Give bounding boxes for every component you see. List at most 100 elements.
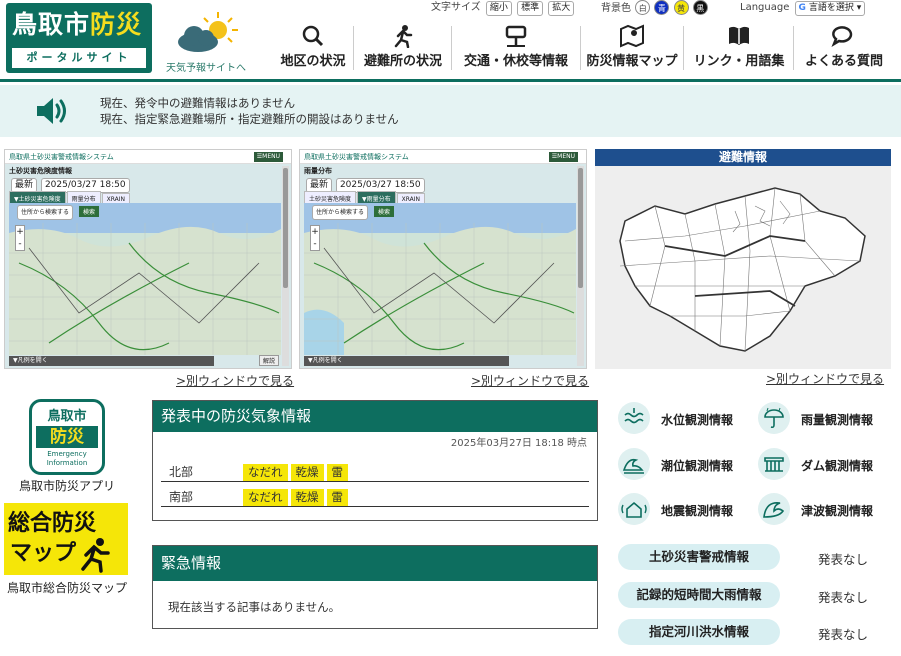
notice-text: 現在、発令中の避難情報はありません 現在、指定緊急避難場所・指定避難所の開設はあ… — [100, 95, 399, 127]
nav-divider — [451, 26, 452, 70]
emergency-text: 現在該当する記事はありません。 — [168, 600, 341, 614]
map-search-button[interactable]: 検索 — [79, 206, 100, 217]
evacuation-district-map[interactable] — [595, 166, 891, 369]
tsunami-wave-icon — [758, 493, 790, 525]
obs-label: 水位観測情報 — [661, 413, 734, 427]
weather-warning-panel: 発表中の防災気象情報 2025年03月27日 18:18 時点 北部 なだれ 乾燥… — [152, 400, 598, 521]
app-label: 鳥取市防災アプリ — [18, 479, 115, 493]
text-size-standard-button[interactable]: 標準 — [517, 1, 544, 16]
map-help-button[interactable]: 解説 — [259, 355, 280, 366]
nav-links-glossary[interactable]: リンク・用語集 — [688, 20, 790, 75]
emergency-info-panel: 緊急情報 現在該当する記事はありません。 — [152, 545, 598, 629]
map-zoom-control[interactable]: + - — [15, 225, 25, 251]
record-rainfall-button[interactable]: 記録的短時間大雨情報 — [618, 582, 780, 608]
logo-subtitle: ポータルサイト — [12, 48, 146, 68]
region-row: 北部 なだれ 乾燥雷 — [161, 458, 589, 482]
earthquake-link[interactable]: 地震観測情報 — [618, 493, 748, 525]
map-canvas[interactable]: 住所から検索する 検索 + - — [304, 203, 576, 355]
text-size-large-button[interactable]: 拡大 — [548, 1, 575, 16]
running-person-icon — [81, 538, 110, 573]
bg-white-button[interactable]: 白 — [635, 0, 651, 15]
map-legend-toggle[interactable]: ▼凡例を開く — [304, 356, 509, 366]
evacuation-info-panel[interactable]: 避難情報 — [595, 149, 891, 369]
nav-label: 防災情報マップ — [586, 54, 678, 69]
warning-tag: なだれ — [243, 464, 288, 481]
nav-district-status[interactable]: 地区の状況 — [276, 20, 350, 75]
map-pin-icon — [620, 24, 644, 48]
nav-divider — [793, 26, 794, 70]
bg-blue-button[interactable]: 青 — [654, 0, 670, 15]
nav-divider — [353, 26, 354, 70]
map-menu-button[interactable]: ☰MENU — [548, 152, 578, 162]
river-flood-button[interactable]: 指定河川洪水情報 — [618, 619, 780, 645]
warning-tags: なだれ 乾燥雷 — [243, 461, 351, 481]
water-level-link[interactable]: 水位観測情報 — [618, 402, 748, 434]
tsunami-link[interactable]: 津波観測情報 — [758, 493, 888, 525]
nav-label: リンク・用語集 — [693, 54, 785, 69]
nav-shelter-status[interactable]: 避難所の状況 — [358, 20, 448, 75]
open-new-window-link[interactable]: >別ウィンドウで見る — [766, 370, 884, 387]
site-header: 鳥取市防災 ポータルサイト 天気予報サイトへ 文字サイズ 縮小 標準 拡大 背景… — [0, 0, 901, 82]
obs-label: 地震観測情報 — [661, 504, 734, 518]
map-terrain — [9, 203, 281, 355]
record-rainfall-status: 発表なし — [818, 590, 869, 605]
sun-cloud-icon — [178, 12, 238, 52]
nav-hazard-map[interactable]: 防災情報マップ — [584, 20, 680, 75]
disaster-app-icon: 鳥取市 防災 Emergency Information — [29, 399, 105, 475]
app-label: 鳥取市総合防災マップ — [6, 581, 127, 595]
map-zoom-control[interactable]: + - — [310, 225, 320, 251]
language-select[interactable]: G 言語を選択 ▾ — [794, 1, 866, 16]
open-new-window-link[interactable]: >別ウィンドウで見る — [176, 372, 294, 389]
nav-divider — [580, 26, 581, 70]
running-person-icon — [394, 25, 413, 48]
tide-level-link[interactable]: 潮位観測情報 — [618, 448, 748, 480]
evacuation-notice-bar: 現在、発令中の避難情報はありません 現在、指定緊急避難場所・指定避難所の開設はあ… — [0, 85, 901, 137]
rainfall-distribution-map[interactable]: 鳥取県土砂災害警戒情報システム ☰MENU 雨量分布 最新 2025/03/27 … — [299, 149, 587, 369]
disaster-app-link[interactable]: 鳥取市 防災 Emergency Information 鳥取市防災アプリ — [14, 399, 120, 494]
bg-black-button[interactable]: 黒 — [692, 0, 708, 15]
bg-yellow-button[interactable]: 黄 — [673, 0, 689, 15]
map-title: 土砂災害危険度情報 — [9, 167, 72, 175]
map-title: 雨量分布 — [304, 167, 332, 175]
open-new-window-link[interactable]: >別ウィンドウで見る — [471, 372, 589, 389]
nav-transport-school[interactable]: 交通・休校等情報 — [455, 20, 577, 75]
map-system-bar: 鳥取県土砂災害警戒情報システム ☰MENU — [5, 150, 291, 164]
text-size-controls: 文字サイズ 縮小 標準 拡大 — [431, 0, 575, 16]
district-boundaries — [619, 187, 866, 352]
map-canvas[interactable]: 住所から検索する 検索 + - — [9, 203, 281, 355]
speech-bubble-icon — [831, 26, 853, 47]
water-level-icon — [618, 402, 650, 434]
update-timestamp: 2025年03月27日 18:18 時点 — [450, 438, 587, 449]
map-legend-toggle[interactable]: ▼凡例を開く — [9, 356, 214, 366]
map-scrollbar[interactable] — [282, 166, 289, 366]
map-search-input[interactable]: 住所から検索する — [312, 205, 369, 220]
weather-forecast-link[interactable]: 天気予報サイトへ — [160, 10, 252, 74]
rainfall-link[interactable]: 雨量観測情報 — [758, 402, 888, 434]
map-scrollbar[interactable] — [577, 166, 584, 366]
map-search-input[interactable]: 住所から検索する — [17, 205, 74, 220]
region-name: 南部 — [169, 490, 194, 504]
language-label: Language — [740, 2, 790, 13]
site-logo[interactable]: 鳥取市防災 ポータルサイト — [6, 3, 152, 73]
earthquake-house-icon — [618, 493, 650, 525]
map-menu-button[interactable]: ☰MENU — [253, 152, 283, 162]
nav-label: 地区の状況 — [280, 54, 346, 69]
warning-tag: 乾燥 — [290, 489, 324, 506]
bg-color-controls: 背景色 白 青 黄 黒 — [601, 0, 708, 16]
nav-faq[interactable]: よくある質問 — [798, 20, 890, 75]
map-search-button[interactable]: 検索 — [374, 206, 395, 217]
language-controls: Language G 言語を選択 ▾ — [740, 0, 866, 16]
speaker-icon — [37, 98, 66, 124]
dam-icon — [758, 448, 790, 480]
hazard-map-book-link[interactable]: 総合防災 マップ 鳥取市総合防災マップ — [4, 503, 130, 596]
map-terrain — [304, 203, 576, 355]
nav-label: よくある質問 — [804, 54, 883, 69]
bus-stop-icon — [505, 25, 527, 47]
nav-label: 交通・休校等情報 — [463, 54, 568, 69]
logo-title: 鳥取市防災 — [12, 10, 143, 39]
landslide-warning-button[interactable]: 土砂災害警戒情報 — [618, 544, 780, 570]
landslide-risk-map[interactable]: 鳥取県土砂災害警戒情報システム ☰MENU 土砂災害危険度情報 最新 2025/0… — [4, 149, 292, 369]
dam-link[interactable]: ダム観測情報 — [758, 448, 888, 480]
text-size-small-button[interactable]: 縮小 — [485, 1, 512, 16]
region-row: 南部 なだれ 乾燥雷 — [161, 483, 589, 507]
